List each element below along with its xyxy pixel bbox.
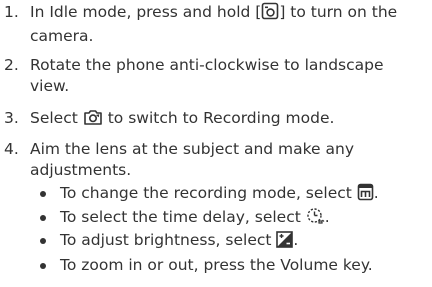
bullet-dot [40, 191, 46, 197]
step-line: adjustments. [30, 161, 132, 179]
bullet-dot [40, 215, 46, 221]
step-number: 4. [4, 140, 19, 158]
bullet-dot [40, 238, 46, 244]
step-number: 3. [4, 109, 19, 127]
recording-mode-icon [357, 183, 374, 207]
step-number: 2. [4, 56, 19, 74]
step-line: In Idle mode, press and hold [] to turn … [30, 2, 428, 26]
step-number: 1. [4, 3, 19, 21]
camera-switch-icon [83, 108, 103, 132]
camera-key-icon [261, 2, 279, 26]
step-line: Aim the lens at the subject and make any [30, 140, 355, 158]
brightness-icon [276, 231, 294, 254]
timer-icon [306, 207, 325, 231]
step-line: Rotate the phone anti-clockwise to lands… [30, 56, 384, 74]
step-line: camera. [30, 27, 94, 45]
step-line: Select to switch to Recording mode. [30, 108, 428, 132]
step-line: view. [30, 77, 70, 95]
bullet-dot [40, 263, 46, 269]
